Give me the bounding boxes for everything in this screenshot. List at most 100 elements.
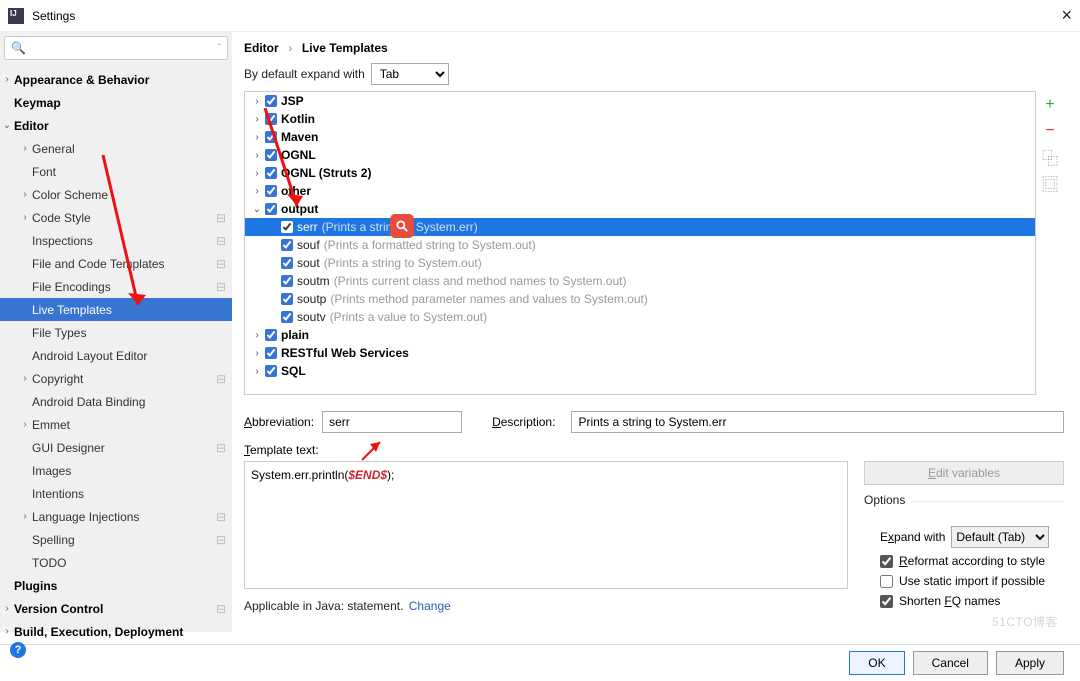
template-list[interactable]: ›JSP›Kotlin›Maven›OGNL›OGNL (Struts 2)›o… <box>244 91 1036 395</box>
shorten-checkbox[interactable] <box>880 595 893 608</box>
template-item-sout[interactable]: sout (Prints a string to System.out) <box>245 254 1035 272</box>
abbreviation-input[interactable] <box>322 411 462 433</box>
sidebar-item-keymap[interactable]: Keymap <box>0 91 232 114</box>
duplicate-button[interactable]: ⿴ <box>1042 175 1058 191</box>
reformat-checkbox[interactable] <box>880 555 893 568</box>
template-checkbox[interactable] <box>281 239 293 251</box>
shorten-label: Shorten FQ names <box>899 594 1000 608</box>
search-wrap[interactable]: 🔍 ˇ <box>4 36 228 60</box>
copy-button[interactable]: ⿻ <box>1042 149 1058 165</box>
chevron-icon: › <box>18 373 32 384</box>
applicable-row: Applicable in Java: statement. Change <box>244 599 848 613</box>
sidebar-item-editor[interactable]: ⌄Editor <box>0 114 232 137</box>
sidebar-item-plugins[interactable]: Plugins <box>0 574 232 597</box>
cancel-button[interactable]: Cancel <box>913 651 988 675</box>
group-checkbox[interactable] <box>265 185 277 197</box>
group-checkbox[interactable] <box>265 113 277 125</box>
sidebar-item-live-templates[interactable]: Live Templates <box>0 298 232 321</box>
sidebar-item-appearance-behavior[interactable]: ›Appearance & Behavior <box>0 68 232 91</box>
search-icon: 🔍 <box>11 41 26 55</box>
template-group-ognl-struts-2-[interactable]: ›OGNL (Struts 2) <box>245 164 1035 182</box>
sidebar-item-copyright[interactable]: ›Copyright⊟ <box>0 367 232 390</box>
sidebar-item-intentions[interactable]: Intentions <box>0 482 232 505</box>
template-checkbox[interactable] <box>281 221 293 233</box>
chevron-right-icon: › <box>251 132 263 143</box>
sidebar-item-label: Plugins <box>14 579 226 593</box>
default-expand-select[interactable]: Tab <box>371 63 449 85</box>
group-label: OGNL <box>281 148 316 162</box>
template-item-soutp[interactable]: soutp (Prints method parameter names and… <box>245 290 1035 308</box>
sidebar-item-inspections[interactable]: Inspections⊟ <box>0 229 232 252</box>
sidebar-item-language-injections[interactable]: ›Language Injections⊟ <box>0 505 232 528</box>
template-group-maven[interactable]: ›Maven <box>245 128 1035 146</box>
sidebar-item-build-execution-deployment[interactable]: ›Build, Execution, Deployment <box>0 620 232 643</box>
chevron-down-icon: ⌄ <box>251 204 263 215</box>
sidebar-item-label: Android Layout Editor <box>32 349 226 363</box>
template-group-other[interactable]: ›other <box>245 182 1035 200</box>
group-checkbox[interactable] <box>265 131 277 143</box>
sidebar-item-version-control[interactable]: ›Version Control⊟ <box>0 597 232 620</box>
group-checkbox[interactable] <box>265 149 277 161</box>
lower-panel: System.err.println($END$); Applicable in… <box>244 461 1064 613</box>
static-import-checkbox[interactable] <box>880 575 893 588</box>
template-checkbox[interactable] <box>281 257 293 269</box>
change-link[interactable]: Change <box>409 599 451 613</box>
close-icon[interactable]: × <box>1061 5 1072 26</box>
sidebar-item-gui-designer[interactable]: GUI Designer⊟ <box>0 436 232 459</box>
template-group-jsp[interactable]: ›JSP <box>245 92 1035 110</box>
sidebar: 🔍 ˇ ›Appearance & BehaviorKeymap⌄Editor›… <box>0 32 232 632</box>
template-checkbox[interactable] <box>281 311 293 323</box>
remove-button[interactable]: − <box>1042 123 1058 139</box>
sidebar-item-color-scheme[interactable]: ›Color Scheme <box>0 183 232 206</box>
template-item-soutv[interactable]: soutv (Prints a value to System.out) <box>245 308 1035 326</box>
templates-panel: ›JSP›Kotlin›Maven›OGNL›OGNL (Struts 2)›o… <box>244 91 1064 395</box>
sidebar-item-code-style[interactable]: ›Code Style⊟ <box>0 206 232 229</box>
template-group-kotlin[interactable]: ›Kotlin <box>245 110 1035 128</box>
expand-with-select[interactable]: Default (Tab) <box>951 526 1049 548</box>
template-group-output[interactable]: ⌄output <box>245 200 1035 218</box>
template-checkbox[interactable] <box>281 275 293 287</box>
search-input[interactable] <box>30 41 218 55</box>
chevron-right-icon: › <box>251 330 263 341</box>
description-input[interactable] <box>571 411 1064 433</box>
sidebar-item-android-data-binding[interactable]: Android Data Binding <box>0 390 232 413</box>
pin-icon: ⊟ <box>216 257 226 271</box>
chevron-down-icon[interactable]: ˇ <box>218 43 221 54</box>
group-checkbox[interactable] <box>265 329 277 341</box>
template-abbr: soutm <box>297 274 330 288</box>
template-item-soutm[interactable]: soutm (Prints current class and method n… <box>245 272 1035 290</box>
template-text-area[interactable]: System.err.println($END$); <box>244 461 848 589</box>
sidebar-item-todo[interactable]: TODO <box>0 551 232 574</box>
group-checkbox[interactable] <box>265 347 277 359</box>
group-checkbox[interactable] <box>265 365 277 377</box>
sidebar-item-file-encodings[interactable]: File Encodings⊟ <box>0 275 232 298</box>
sidebar-item-emmet[interactable]: ›Emmet <box>0 413 232 436</box>
sidebar-item-label: Keymap <box>14 96 226 110</box>
group-checkbox[interactable] <box>265 203 277 215</box>
sidebar-item-images[interactable]: Images <box>0 459 232 482</box>
template-item-souf[interactable]: souf (Prints a formatted string to Syste… <box>245 236 1035 254</box>
apply-button[interactable]: Apply <box>996 651 1064 675</box>
template-desc: (Prints current class and method names t… <box>334 274 627 288</box>
help-icon[interactable]: ? <box>10 642 26 658</box>
template-group-restful-web-services[interactable]: ›RESTful Web Services <box>245 344 1035 362</box>
sidebar-item-label: GUI Designer <box>32 441 216 455</box>
breadcrumb-editor[interactable]: Editor <box>244 41 279 55</box>
add-button[interactable]: + <box>1042 97 1058 113</box>
template-group-ognl[interactable]: ›OGNL <box>245 146 1035 164</box>
sidebar-item-file-types[interactable]: File Types <box>0 321 232 344</box>
sidebar-item-general[interactable]: ›General <box>0 137 232 160</box>
sidebar-item-file-and-code-templates[interactable]: File and Code Templates⊟ <box>0 252 232 275</box>
template-group-plain[interactable]: ›plain <box>245 326 1035 344</box>
chevron-right-icon: › <box>251 366 263 377</box>
group-checkbox[interactable] <box>265 95 277 107</box>
ok-button[interactable]: OK <box>849 651 904 675</box>
group-checkbox[interactable] <box>265 167 277 179</box>
sidebar-item-label: Build, Execution, Deployment <box>14 625 226 639</box>
template-item-serr[interactable]: serr (Prints a string to System.err) <box>245 218 1035 236</box>
sidebar-item-android-layout-editor[interactable]: Android Layout Editor <box>0 344 232 367</box>
sidebar-item-font[interactable]: Font <box>0 160 232 183</box>
template-group-sql[interactable]: ›SQL <box>245 362 1035 380</box>
template-checkbox[interactable] <box>281 293 293 305</box>
sidebar-item-spelling[interactable]: Spelling⊟ <box>0 528 232 551</box>
